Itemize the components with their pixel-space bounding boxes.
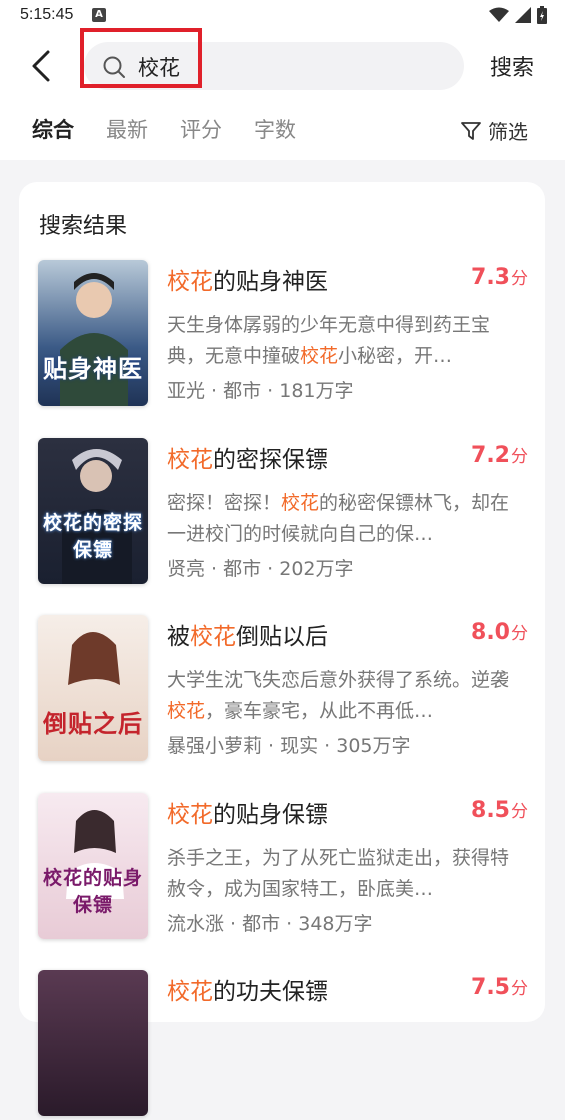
book-cover[interactable]: 贴身神医 xyxy=(38,260,148,406)
book-description: 大学生沈飞失恋后意外获得了系统。逆袭校花，豪车豪宅，从此不再低… xyxy=(167,665,525,727)
book-description: 天生身体孱弱的少年无意中得到药王宝典，无意中撞破校花小秘密，开… xyxy=(167,310,525,372)
desc-text: 杀手之王，为了从死亡监狱走出，获得特赦令，成为国家特工，卧底美… xyxy=(167,847,510,900)
score-value: 8.5 xyxy=(471,798,510,823)
book-title[interactable]: 校花的功夫保镖 xyxy=(167,972,328,1006)
book-score: 7.3分 xyxy=(471,264,528,290)
title-text: 的贴身神医 xyxy=(213,269,328,295)
title-highlight: 校花 xyxy=(190,624,236,650)
desc-text: 密探！密探！ xyxy=(167,492,282,514)
wifi-icon xyxy=(489,7,509,22)
tab-rating[interactable]: 评分 xyxy=(180,114,222,144)
back-arrow-icon[interactable] xyxy=(24,48,60,84)
tab-comprehensive[interactable]: 综合 xyxy=(32,114,74,144)
book-item[interactable]: 倒贴之后 被校花倒贴以后 8.0分 大学生沈飞失恋后意外获得了系统。逆袭校花，豪… xyxy=(38,615,528,765)
tab-latest[interactable]: 最新 xyxy=(106,114,148,144)
title-highlight: 校花 xyxy=(167,802,213,828)
book-score: 7.5分 xyxy=(471,974,528,1000)
status-time: 5:15:45 xyxy=(20,6,74,23)
search-box[interactable]: 校花 xyxy=(84,42,464,90)
desc-highlight: 校花 xyxy=(300,345,339,367)
section-title: 搜索结果 xyxy=(39,214,128,239)
book-meta: 暴强小萝莉 · 现实 · 305万字 xyxy=(167,735,411,757)
filter-icon xyxy=(461,121,481,140)
title-highlight: 校花 xyxy=(167,979,213,1005)
title-highlight: 校花 xyxy=(167,447,213,473)
book-title[interactable]: 被校花倒贴以后 xyxy=(167,617,328,651)
book-title[interactable]: 校花的贴身神医 xyxy=(167,262,328,296)
status-icons xyxy=(489,6,547,24)
book-cover[interactable]: 校花的贴身保镖 xyxy=(38,793,148,939)
book-description: 密探！密探！校花的秘密保镖林飞，却在一进校门的时候就向自己的保… xyxy=(167,488,525,550)
book-item[interactable]: 校花的密探保镖 校花的密探保镖 7.2分 密探！密探！校花的秘密保镖林飞，却在一… xyxy=(38,438,528,588)
title-text: 的功夫保镖 xyxy=(213,979,328,1005)
search-icon xyxy=(103,56,125,78)
desc-text: 小秘密，开… xyxy=(338,345,453,367)
search-header: 校花 搜索 综合 最新 评分 字数 筛选 xyxy=(0,28,565,160)
score-unit: 分 xyxy=(511,979,528,999)
tab-word-count[interactable]: 字数 xyxy=(254,114,296,144)
book-item[interactable]: 校花的贴身保镖 校花的贴身保镖 8.5分 杀手之王，为了从死亡监狱走出，获得特赦… xyxy=(38,793,528,943)
desc-text: ，豪车豪宅，从此不再低… xyxy=(205,700,434,722)
title-highlight: 校花 xyxy=(167,269,213,295)
score-value: 7.5 xyxy=(471,975,510,1000)
cover-title: 贴身神医 xyxy=(43,355,143,383)
title-text: 的密探保镖 xyxy=(213,447,328,473)
signal-icon xyxy=(515,7,531,23)
book-cover[interactable]: 校花的密探保镖 xyxy=(38,438,148,584)
score-unit: 分 xyxy=(511,624,528,644)
book-score: 7.2分 xyxy=(471,442,528,468)
notification-icon: A xyxy=(92,8,106,22)
book-meta: 亚光 · 都市 · 181万字 xyxy=(167,380,354,402)
book-title[interactable]: 校花的密探保镖 xyxy=(167,440,328,474)
battery-icon xyxy=(537,6,547,24)
title-text: 倒贴以后 xyxy=(236,624,328,650)
book-title[interactable]: 校花的贴身保镖 xyxy=(167,795,328,829)
sort-tabs: 综合 最新 评分 字数 xyxy=(32,114,296,144)
cover-art-icon xyxy=(60,273,128,406)
book-cover[interactable]: 倒贴之后 xyxy=(38,615,148,761)
title-text: 被 xyxy=(167,624,190,650)
filter-button[interactable]: 筛选 xyxy=(460,116,528,145)
book-item[interactable]: 校花的功夫保镖 7.5分 xyxy=(38,970,528,1120)
score-value: 8.0 xyxy=(471,620,510,645)
book-meta: 贤亮 · 都市 · 202万字 xyxy=(167,558,354,580)
cover-title: 校花的密探保镖 xyxy=(42,512,143,561)
score-unit: 分 xyxy=(511,269,528,289)
cover-title: 校花的贴身保镖 xyxy=(42,867,143,916)
title-text: 的贴身保镖 xyxy=(213,802,328,828)
desc-highlight: 校花 xyxy=(281,492,320,514)
score-unit: 分 xyxy=(511,447,528,467)
search-input[interactable]: 校花 xyxy=(138,52,180,82)
book-score: 8.0分 xyxy=(471,619,528,645)
cover-title: 倒贴之后 xyxy=(43,710,143,738)
desc-text: 大学生沈飞失恋后意外获得了系统。逆袭 xyxy=(167,669,510,691)
results-card: 搜索结果 贴身神医 校花的贴身神医 7.3分 天生身体孱弱的少年无意中得到药王宝… xyxy=(19,182,545,1116)
book-cover[interactable] xyxy=(38,970,148,1116)
status-bar: 5:15:45 A xyxy=(0,0,565,32)
filter-label: 筛选 xyxy=(488,120,528,144)
score-unit: 分 xyxy=(511,802,528,822)
score-value: 7.3 xyxy=(471,265,510,290)
cover-art-icon xyxy=(68,632,120,685)
book-meta: 流水涨 · 都市 · 348万字 xyxy=(167,913,373,935)
book-description: 杀手之王，为了从死亡监狱走出，获得特赦令，成为国家特工，卧底美… xyxy=(167,843,525,905)
book-item[interactable]: 贴身神医 校花的贴身神医 7.3分 天生身体孱弱的少年无意中得到药王宝典，无意中… xyxy=(38,260,528,410)
search-button[interactable]: 搜索 xyxy=(490,50,534,82)
score-value: 7.2 xyxy=(471,443,510,468)
book-score: 8.5分 xyxy=(471,797,528,823)
desc-highlight: 校花 xyxy=(167,700,206,722)
